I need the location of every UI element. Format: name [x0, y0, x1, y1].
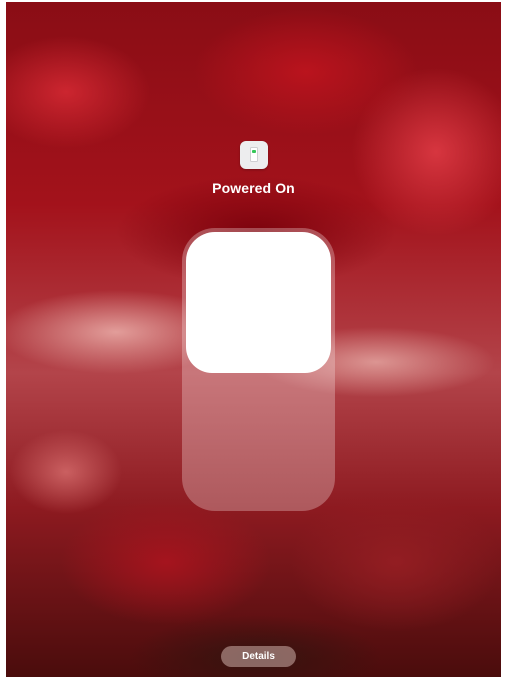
power-toggle-control[interactable] — [182, 228, 335, 511]
power-toggle-on-segment[interactable] — [186, 232, 331, 373]
details-button[interactable]: Details — [221, 646, 296, 667]
accessory-detail-view: Powered On Details — [6, 2, 501, 677]
light-switch-icon — [239, 141, 268, 169]
switch-body — [249, 147, 258, 162]
power-indicator-light — [251, 149, 256, 153]
accessory-status: Powered On — [212, 180, 295, 196]
accessory-header: Powered On — [6, 141, 501, 196]
